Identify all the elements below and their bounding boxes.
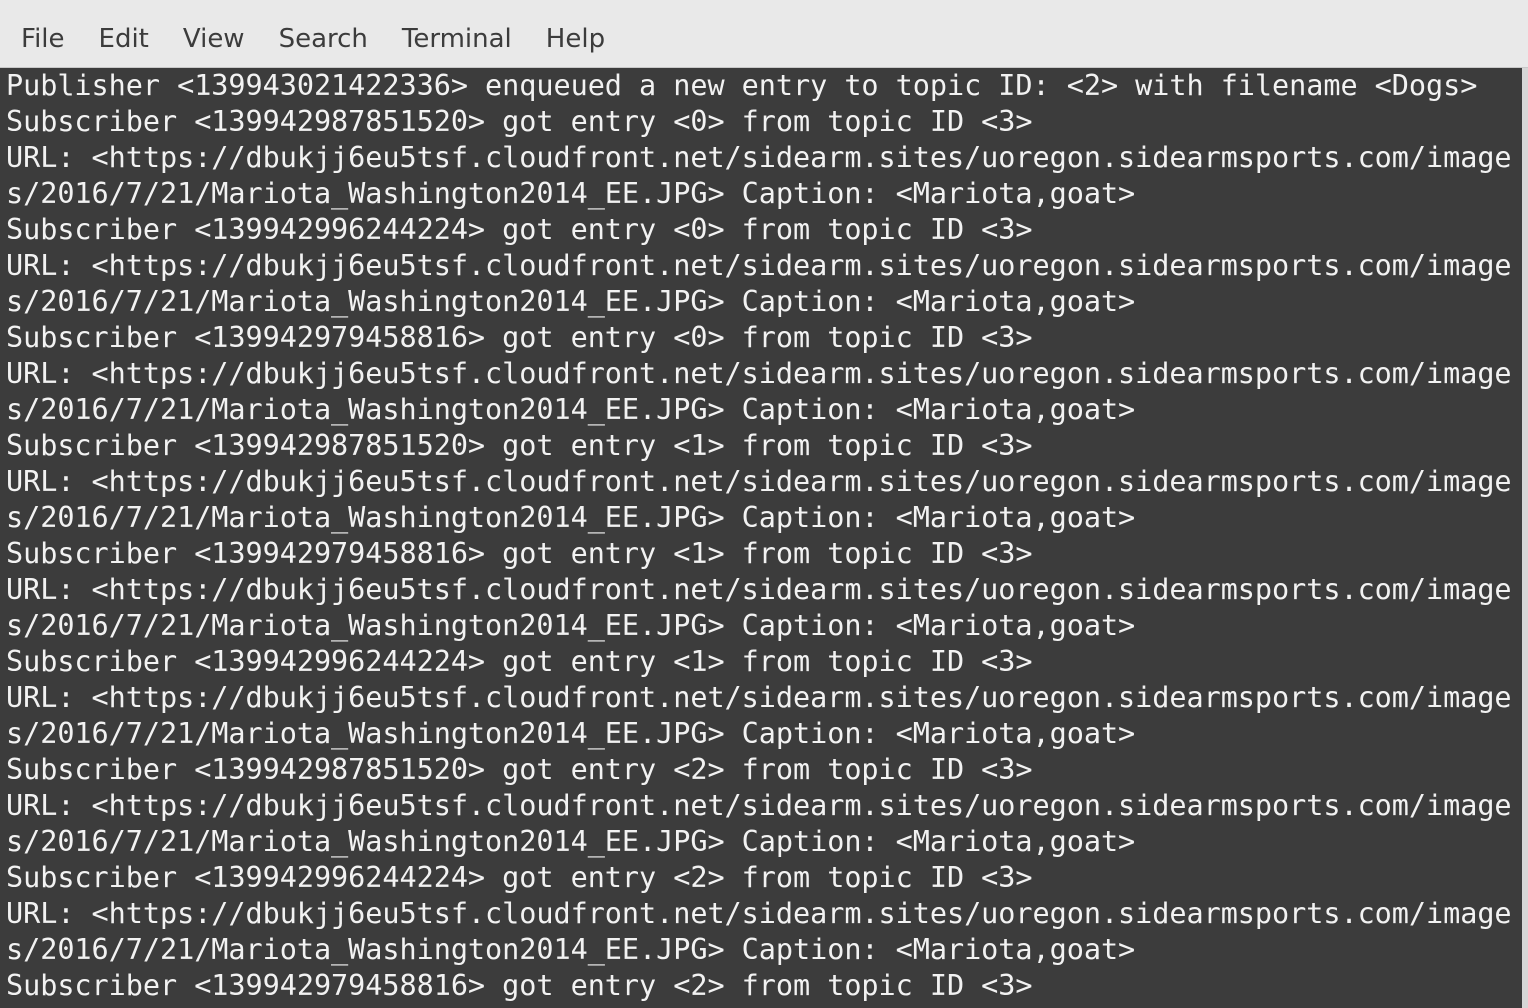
terminal-line: URL: <https://dbukjj6eu5tsf.cloudfront.n… xyxy=(6,897,1512,930)
menu-bar: File Edit View Search Terminal Help xyxy=(0,0,1528,68)
terminal-line: URL: <https://dbukjj6eu5tsf.cloudfront.n… xyxy=(6,357,1512,390)
terminal-line: URL: <https://dbukjj6eu5tsf.cloudfront.n… xyxy=(6,141,1512,174)
terminal-line: Subscriber <139942979458816> got entry <… xyxy=(6,969,1033,1002)
terminal-line: Subscriber <139942979458816> got entry <… xyxy=(6,321,1033,354)
terminal-line: Subscriber <139942987851520> got entry <… xyxy=(6,105,1033,138)
terminal-line: s/2016/7/21/Mariota_Washington2014_EE.JP… xyxy=(6,609,1136,642)
terminal-line: s/2016/7/21/Mariota_Washington2014_EE.JP… xyxy=(6,393,1136,426)
terminal-line: Subscriber <139942996244224> got entry <… xyxy=(6,861,1033,894)
terminal-line: Subscriber <139942979458816> got entry <… xyxy=(6,537,1033,570)
terminal-line: Publisher <139943021422336> enqueued a n… xyxy=(6,69,1478,102)
terminal-line: Subscriber <139942996244224> got entry <… xyxy=(6,213,1033,246)
terminal-line: URL: <https://dbukjj6eu5tsf.cloudfront.n… xyxy=(6,789,1512,822)
terminal-line: URL: <https://dbukjj6eu5tsf.cloudfront.n… xyxy=(6,573,1512,606)
terminal-line: Subscriber <139942987851520> got entry <… xyxy=(6,753,1033,786)
terminal-line: s/2016/7/21/Mariota_Washington2014_EE.JP… xyxy=(6,285,1136,318)
terminal-scrollbar[interactable] xyxy=(1522,68,1528,1008)
terminal-line: s/2016/7/21/Mariota_Washington2014_EE.JP… xyxy=(6,933,1136,966)
terminal-line: Subscriber <139942987851520> got entry <… xyxy=(6,429,1033,462)
terminal-line: s/2016/7/21/Mariota_Washington2014_EE.JP… xyxy=(6,501,1136,534)
terminal-line: Subscriber <139942996244224> got entry <… xyxy=(6,645,1033,678)
terminal-line: s/2016/7/21/Mariota_Washington2014_EE.JP… xyxy=(6,177,1136,210)
terminal-window: File Edit View Search Terminal Help Publ… xyxy=(0,0,1528,1008)
menu-file[interactable]: File xyxy=(4,22,82,56)
menu-search[interactable]: Search xyxy=(262,22,385,56)
terminal-output[interactable]: Publisher <139943021422336> enqueued a n… xyxy=(0,68,1522,1008)
terminal-line: URL: <https://dbukjj6eu5tsf.cloudfront.n… xyxy=(6,465,1512,498)
terminal-line: URL: <https://dbukjj6eu5tsf.cloudfront.n… xyxy=(6,681,1512,714)
menu-edit[interactable]: Edit xyxy=(82,22,166,56)
terminal-line: URL: <https://dbukjj6eu5tsf.cloudfront.n… xyxy=(6,249,1512,282)
menu-view[interactable]: View xyxy=(166,22,262,56)
menu-help[interactable]: Help xyxy=(529,22,622,56)
terminal-line: s/2016/7/21/Mariota_Washington2014_EE.JP… xyxy=(6,825,1136,858)
terminal-line: s/2016/7/21/Mariota_Washington2014_EE.JP… xyxy=(6,717,1136,750)
menu-terminal[interactable]: Terminal xyxy=(385,22,529,56)
